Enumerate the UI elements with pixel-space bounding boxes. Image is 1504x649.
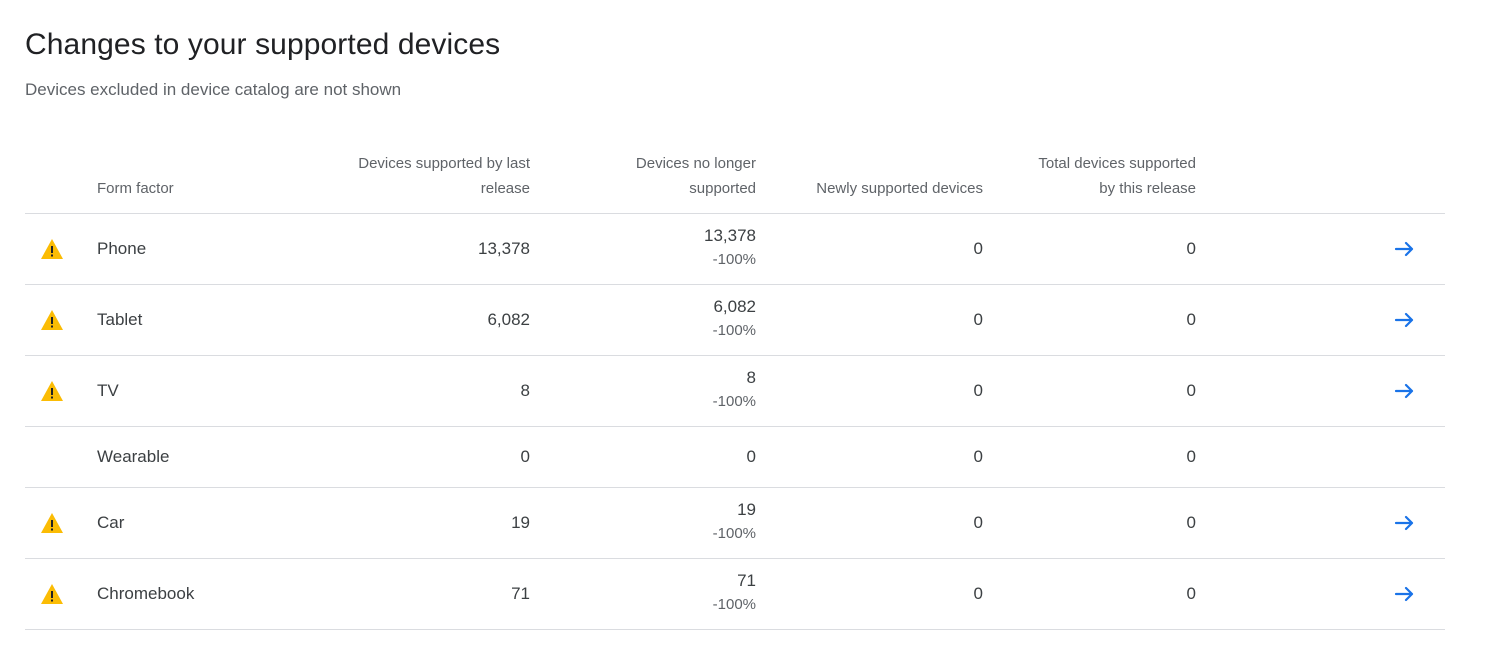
no-longer-supported-count: 19 [737, 500, 756, 519]
no-longer-supported-percent: -100% [712, 251, 756, 268]
no-longer-supported-count: 13,378 [704, 226, 756, 245]
warning-icon [40, 583, 64, 605]
warning-icon [40, 380, 64, 402]
total-supported-count: 0 [1186, 513, 1196, 532]
table-row: Wearable 0 0 0 0 [25, 427, 1445, 488]
form-factor-label: Wearable [97, 447, 170, 466]
column-header-last-release-line2: release [480, 180, 530, 197]
warning-icon [40, 238, 64, 260]
table-row[interactable]: Car 19 19 -100% 0 0 [25, 488, 1445, 559]
page-subtitle: Devices excluded in device catalog are n… [25, 80, 402, 99]
no-longer-supported-percent: -100% [712, 322, 756, 339]
column-header-total-supported: Total devices supported by this release [976, 151, 1196, 201]
table-row[interactable]: TV 8 8 -100% 0 0 [25, 356, 1445, 427]
no-longer-supported-cell: 19 -100% [713, 499, 756, 547]
last-release-count: 13,378 [478, 239, 530, 258]
total-supported-count: 0 [1186, 310, 1196, 329]
last-release-count: 0 [520, 447, 530, 466]
column-header-total-line2: by this release [1099, 180, 1196, 197]
table-row[interactable]: Phone 13,378 13,378 -100% 0 0 [25, 214, 1445, 285]
arrow-right-icon[interactable] [1393, 308, 1417, 332]
no-longer-supported-cell: 13,378 -100% [704, 225, 756, 273]
table-row[interactable]: Tablet 6,082 6,082 -100% 0 0 [25, 285, 1445, 356]
column-header-last-release: Devices supported by last release [270, 151, 530, 201]
total-supported-count: 0 [1186, 381, 1196, 400]
column-header-no-longer-supported: Devices no longer supported [556, 151, 756, 201]
no-longer-supported-cell: 71 -100% [713, 570, 756, 618]
form-factor-label: Car [97, 513, 125, 532]
newly-supported-count: 0 [973, 239, 983, 258]
no-longer-supported-cell: 8 -100% [713, 367, 756, 415]
arrow-right-icon[interactable] [1393, 511, 1417, 535]
total-supported-count: 0 [1186, 447, 1196, 466]
form-factor-label: Tablet [97, 310, 143, 329]
newly-supported-count: 0 [973, 310, 983, 329]
column-header-form-factor: Form factor [97, 180, 174, 197]
column-header-total-line1: Total devices supported [1038, 155, 1196, 172]
newly-supported-count: 0 [973, 381, 983, 400]
last-release-count: 71 [511, 584, 530, 603]
warning-icon [40, 309, 64, 331]
devices-table: Form factor Devices supported by last re… [25, 150, 1445, 630]
last-release-count: 6,082 [487, 310, 530, 329]
no-longer-supported-count: 0 [746, 447, 756, 466]
column-header-no-longer-line2: supported [689, 180, 756, 197]
newly-supported-count: 0 [973, 447, 983, 466]
no-longer-supported-count: 8 [746, 368, 756, 387]
form-factor-label: Phone [97, 239, 147, 258]
table-row[interactable]: Chromebook 71 71 -100% 0 0 [25, 559, 1445, 630]
total-supported-count: 0 [1186, 584, 1196, 603]
arrow-right-icon[interactable] [1393, 237, 1417, 261]
total-supported-count: 0 [1186, 239, 1196, 258]
no-longer-supported-percent: -100% [712, 393, 756, 410]
form-factor-label: Chromebook [97, 584, 195, 603]
no-longer-supported-percent: -100% [712, 596, 756, 613]
warning-icon [40, 512, 64, 534]
newly-supported-count: 0 [973, 513, 983, 532]
no-longer-supported-count: 6,082 [713, 297, 756, 316]
page: Changes to your supported devices Device… [0, 0, 1504, 649]
table-header: Form factor Devices supported by last re… [25, 150, 1445, 214]
last-release-count: 8 [520, 381, 530, 400]
column-header-last-release-line1: Devices supported by last [358, 155, 530, 172]
newly-supported-count: 0 [973, 584, 983, 603]
arrow-right-icon[interactable] [1393, 582, 1417, 606]
no-longer-supported-cell: 6,082 -100% [713, 296, 756, 344]
form-factor-label: TV [97, 381, 119, 400]
page-title: Changes to your supported devices [25, 28, 501, 61]
no-longer-supported-percent: -100% [712, 525, 756, 542]
no-longer-supported-count: 71 [737, 571, 756, 590]
column-header-newly-supported: Newly supported devices [816, 180, 983, 197]
column-header-no-longer-line1: Devices no longer [635, 155, 756, 172]
last-release-count: 19 [511, 513, 530, 532]
arrow-right-icon[interactable] [1393, 379, 1417, 403]
